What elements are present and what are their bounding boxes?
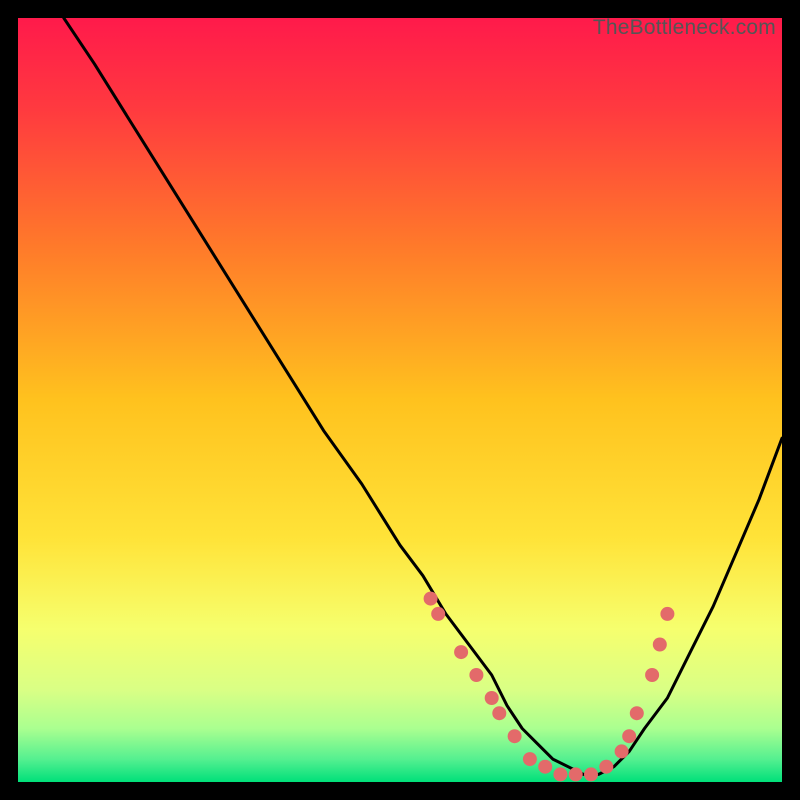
gradient-background — [18, 18, 782, 782]
data-point — [508, 729, 522, 743]
data-point — [553, 767, 567, 781]
chart-frame: TheBottleneck.com — [18, 18, 782, 782]
data-point — [615, 744, 629, 758]
data-point — [469, 668, 483, 682]
data-point — [492, 706, 506, 720]
data-point — [454, 645, 468, 659]
data-point — [653, 638, 667, 652]
data-point — [630, 706, 644, 720]
data-point — [538, 760, 552, 774]
watermark-text: TheBottleneck.com — [593, 16, 776, 40]
data-point — [485, 691, 499, 705]
data-point — [599, 760, 613, 774]
bottleneck-chart — [18, 18, 782, 782]
data-point — [645, 668, 659, 682]
data-point — [584, 767, 598, 781]
plot-area: TheBottleneck.com — [18, 18, 782, 782]
data-point — [660, 607, 674, 621]
data-point — [569, 767, 583, 781]
data-point — [622, 729, 636, 743]
data-point — [523, 752, 537, 766]
data-point — [431, 607, 445, 621]
data-point — [424, 592, 438, 606]
